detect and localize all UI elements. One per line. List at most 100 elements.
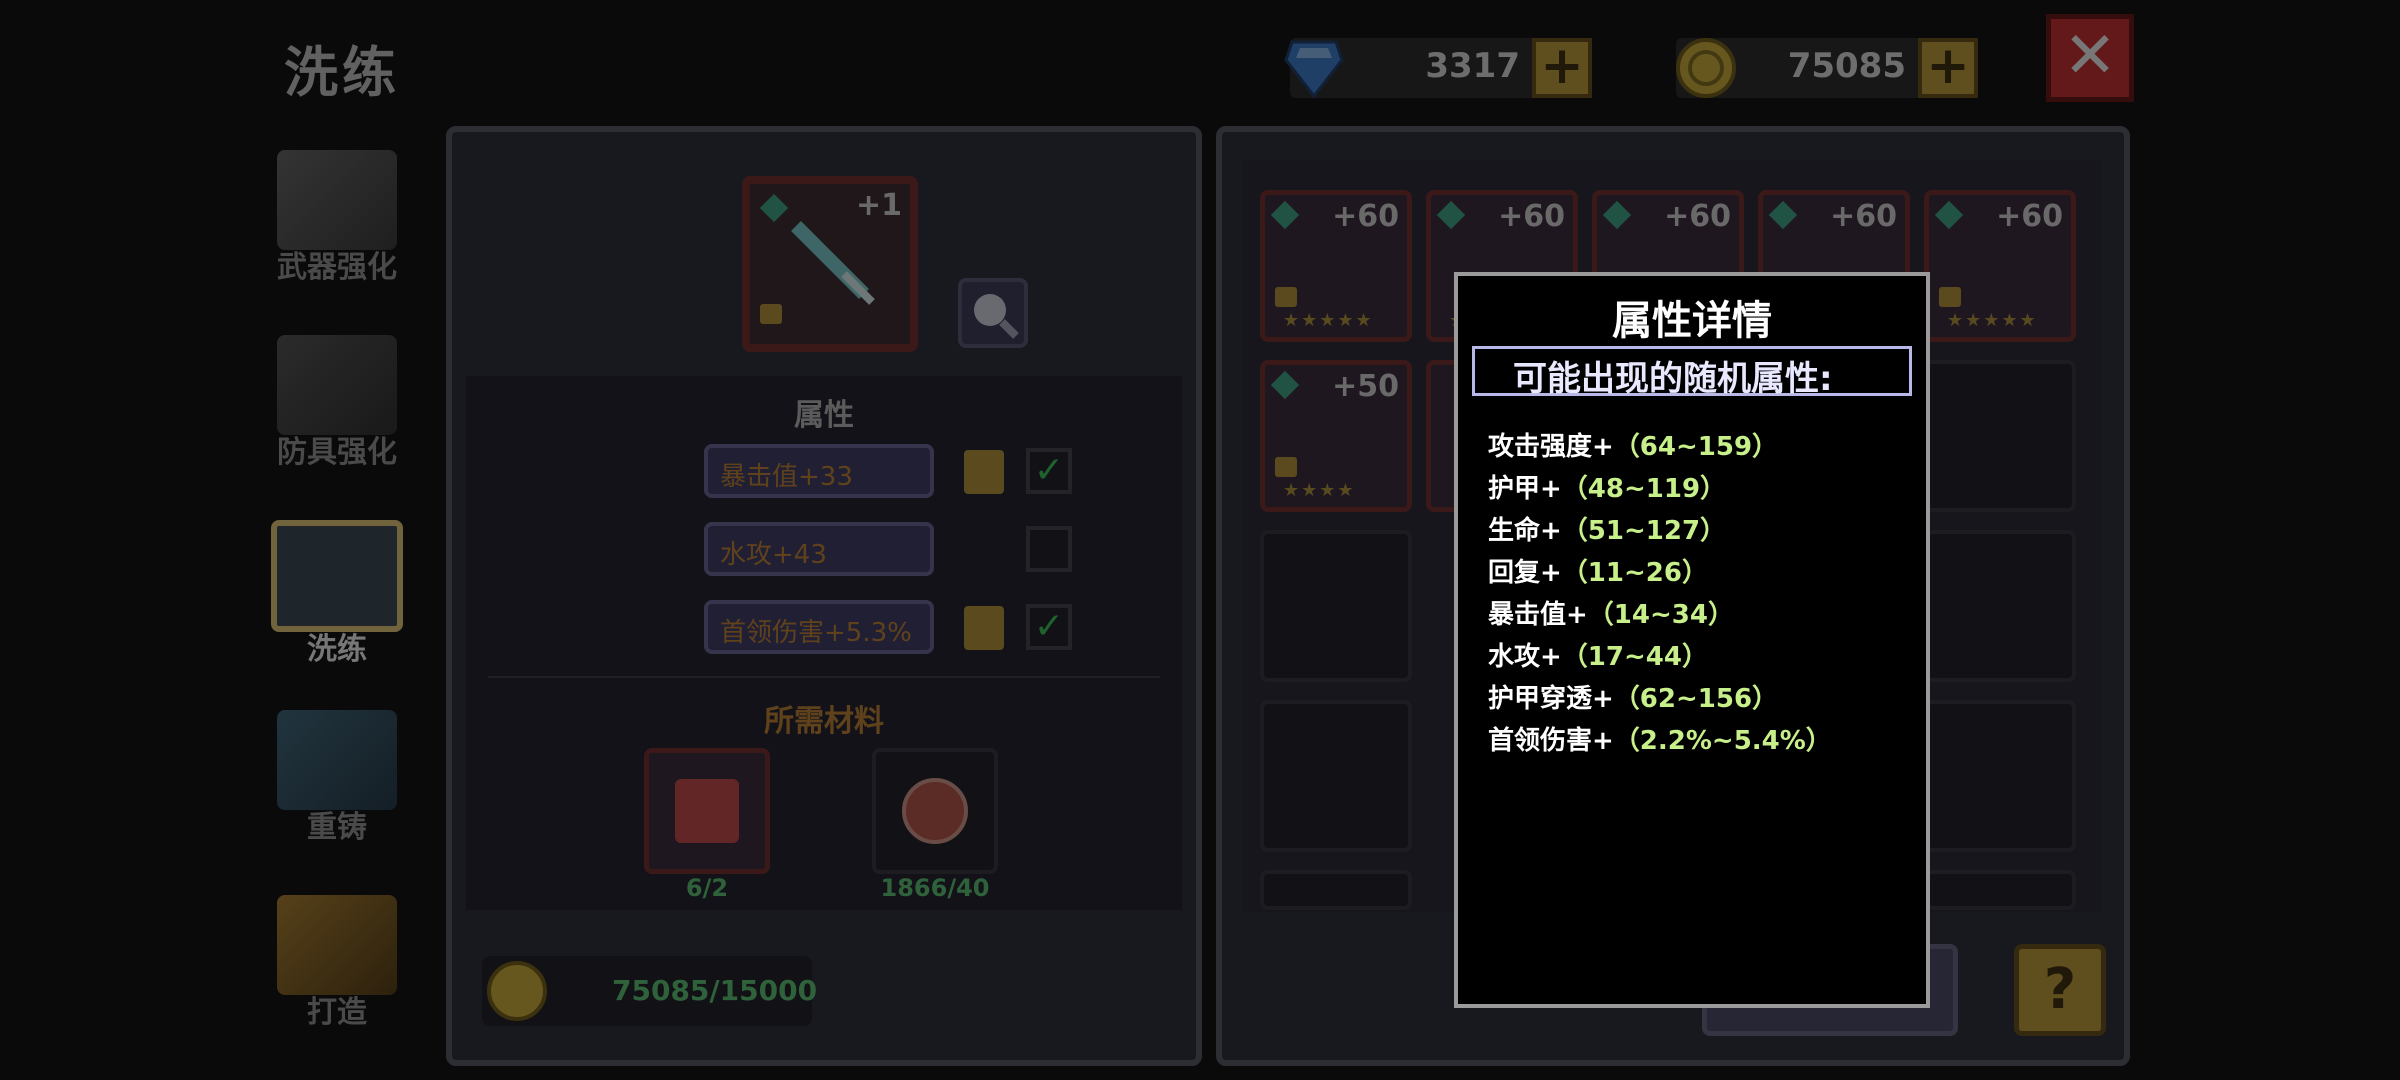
gold-coin-icon (487, 961, 547, 1021)
gem-icon (1436, 200, 1466, 230)
modal-subtitle: 可能出现的随机属性: (1472, 346, 1912, 399)
lock-checkbox-1[interactable]: ✓ (1026, 448, 1072, 494)
item-level: +50 (1332, 369, 1399, 404)
gem-icon (1934, 200, 1964, 230)
lock-icon (1939, 287, 1961, 307)
empty-slot[interactable] (1260, 700, 1412, 852)
gem-amount: 3317 (1425, 46, 1520, 86)
attribute-name: 生命+ (1488, 516, 1562, 546)
item-level: +60 (1830, 199, 1897, 234)
attribute-range-value: （17~44） (1561, 642, 1708, 672)
gem-icon (1270, 370, 1300, 400)
attribute-2: 水攻+43 (704, 522, 934, 576)
attribute-range-value: （48~119） (1561, 474, 1727, 504)
gold-coin-icon (1676, 38, 1736, 98)
attribute-range: 护甲穿透+（62~156） (1488, 678, 1778, 715)
attribute-range: 水攻+（17~44） (1488, 636, 1708, 673)
cost-amount: 75085/15000 (612, 974, 818, 1007)
attribute-name: 首领伤害+ (1488, 726, 1614, 756)
attribute-range: 暴击值+（14~34） (1488, 594, 1734, 631)
empty-slot[interactable] (1260, 530, 1412, 682)
attributes-section: 属性 暴击值+33 ✓ 水攻+43 首领伤害+5.3% ✓ 所需材料 6/2 1… (466, 376, 1182, 910)
item-stars: ★★★★★ (1947, 310, 2038, 331)
tab-armor-enhance[interactable]: 防具强化 (262, 335, 412, 471)
magnifier-icon (974, 294, 1019, 339)
inventory-item[interactable]: +60 ★★★★★ (1924, 190, 2076, 342)
attribute-1: 暴击值+33 (704, 444, 934, 498)
attributes-heading: 属性 (794, 398, 854, 433)
material-slot-1[interactable] (644, 748, 770, 874)
attribute-name: 攻击强度+ (1488, 432, 1614, 462)
sword-icon (277, 150, 397, 250)
tab-recast[interactable]: 重铸 (262, 710, 412, 846)
inspect-button[interactable] (958, 278, 1028, 348)
item-stars: ★★★★ (1283, 480, 1356, 501)
tab-forge[interactable]: 打造 (262, 895, 412, 1031)
lock-checkbox-3[interactable]: ✓ (1026, 604, 1072, 650)
lock-icon (1275, 287, 1297, 307)
tab-label: 重铸 (307, 810, 367, 845)
lock-icon (1275, 457, 1297, 477)
gem-icon (1768, 200, 1798, 230)
ice-sword-icon (791, 221, 875, 305)
inventory-item[interactable]: +60 ★★★★★ (1260, 190, 1412, 342)
empty-slot[interactable] (1924, 360, 2076, 512)
tab-label: 防具强化 (277, 435, 397, 470)
tab-weapon-enhance[interactable]: 武器强化 (262, 150, 412, 286)
lock-icon[interactable] (964, 606, 1004, 650)
attribute-range-value: （51~127） (1561, 516, 1727, 546)
materials-heading: 所需材料 (764, 704, 884, 739)
attribute-name: 护甲穿透+ (1488, 684, 1614, 714)
gem-icon (1270, 200, 1300, 230)
empty-slot[interactable] (1924, 700, 2076, 852)
add-gold-button[interactable]: + (1918, 38, 1978, 98)
lock-checkbox-2[interactable] (1026, 526, 1072, 572)
lock-icon[interactable] (964, 450, 1004, 494)
close-button[interactable]: ✕ (2046, 14, 2134, 102)
empty-slot[interactable] (1924, 530, 2076, 682)
attribute-range: 护甲+（48~119） (1488, 468, 1726, 505)
inventory-item[interactable]: +50 ★★★★ (1260, 360, 1412, 512)
tab-label: 打造 (307, 995, 367, 1030)
attribute-range: 生命+（51~127） (1488, 510, 1726, 547)
attribute-range-value: （62~156） (1613, 684, 1779, 714)
recast-armor-icon (277, 710, 397, 810)
attribute-name: 回复+ (1488, 558, 1562, 588)
item-level: +60 (1332, 199, 1399, 234)
gold-amount: 75085 (1787, 46, 1906, 86)
modal-title: 属性详情 (1612, 298, 1772, 344)
attribute-range: 攻击强度+（64~159） (1488, 426, 1778, 463)
forge-icon (277, 895, 397, 995)
tab-label: 武器强化 (277, 250, 397, 285)
attribute-name: 暴击值+ (1488, 600, 1588, 630)
empty-slot[interactable] (1260, 870, 1412, 910)
material-count-1: 6/2 (685, 874, 729, 902)
gem-icon (1284, 40, 1344, 99)
add-gems-button[interactable]: + (1532, 38, 1592, 98)
material-slot-2[interactable] (872, 748, 998, 874)
attribute-range-value: （64~159） (1613, 432, 1779, 462)
help-button[interactable]: ? (2014, 944, 2106, 1036)
page-title: 洗练 (284, 41, 400, 104)
material-count-2: 1866/40 (880, 874, 990, 902)
refine-sword-icon (271, 520, 403, 632)
tab-refine[interactable]: 洗练 (262, 520, 412, 668)
attribute-range: 首领伤害+（2.2%~5.4%） (1488, 720, 1832, 757)
empty-slot[interactable] (1924, 870, 2076, 910)
refine-panel: +1 属性 暴击值+33 ✓ 水攻+43 首领伤害+5.3% ✓ 所需材料 6/… (446, 126, 1202, 1066)
item-stars: ★★★★★ (1283, 310, 1374, 331)
refine-stone-icon (902, 778, 968, 844)
gem-counter: 3317 + (1284, 38, 1592, 99)
cost-bar: 75085/15000 (482, 956, 817, 1026)
armor-icon (277, 335, 397, 435)
selected-item-slot[interactable]: +1 (742, 176, 918, 352)
attribute-name: 水攻+ (1488, 642, 1562, 672)
lock-icon (760, 304, 782, 324)
attribute-range-value: （11~26） (1561, 558, 1708, 588)
item-level: +60 (1664, 199, 1731, 234)
tab-label: 洗练 (307, 632, 367, 667)
attribute-name: 护甲+ (1488, 474, 1562, 504)
attribute-range-value: （14~34） (1587, 600, 1734, 630)
attribute-details-modal[interactable]: 属性详情 可能出现的随机属性: 攻击强度+（64~159） 护甲+（48~119… (1454, 272, 1930, 1008)
item-level: +60 (1498, 199, 1565, 234)
